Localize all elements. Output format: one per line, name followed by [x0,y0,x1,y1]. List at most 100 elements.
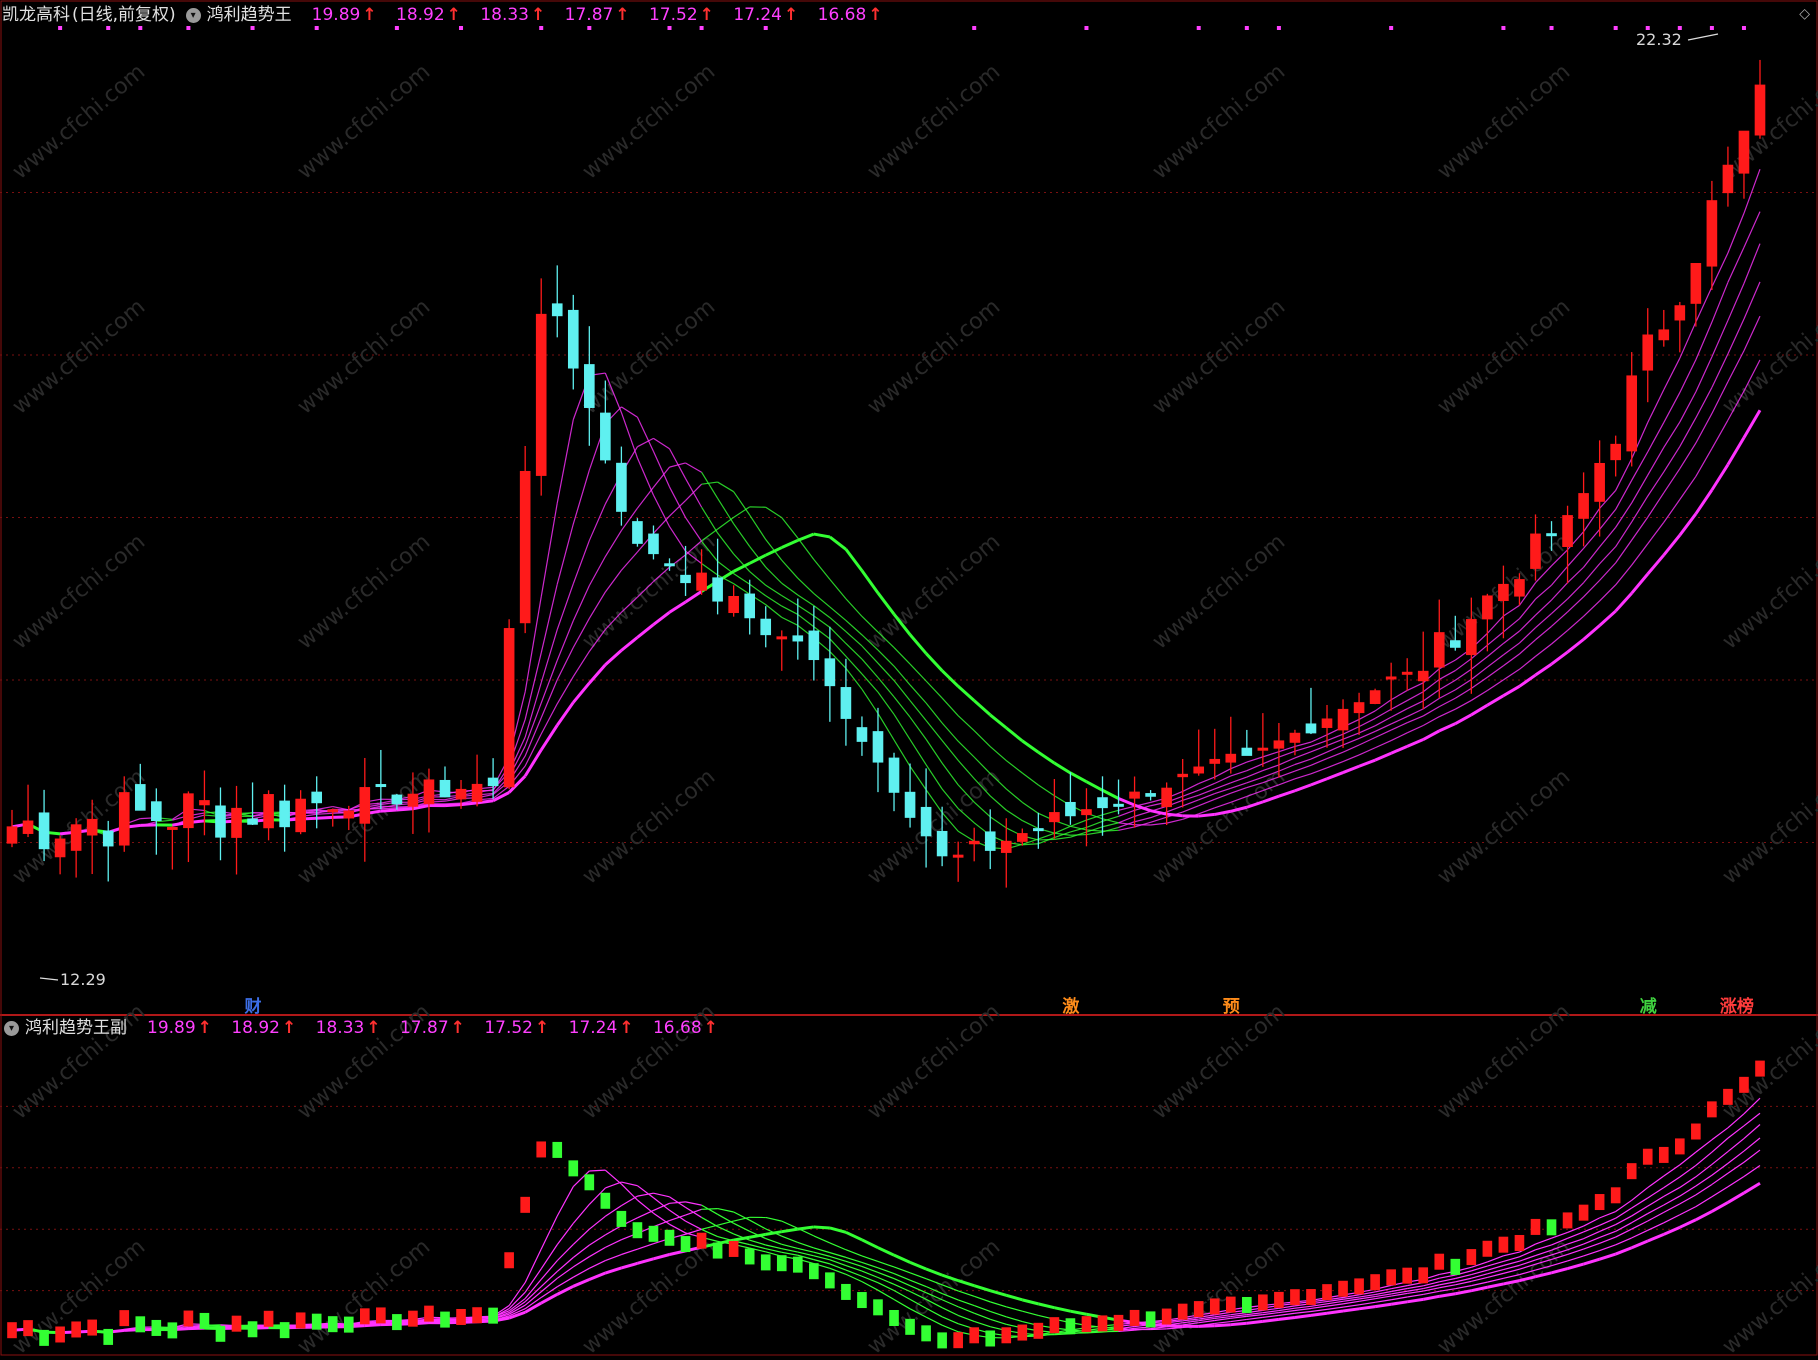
ribbon-segment [1215,769,1231,777]
sub-ribbon-segment [1712,1163,1728,1175]
ribbon-segment [1231,783,1247,788]
sub-ribbon-segment [1487,1278,1503,1282]
ribbon-segment [1712,282,1728,322]
sub-ribbon-segment [1568,1244,1584,1250]
sub-value-7: 16.68 [653,1018,702,1038]
ribbon-segment [910,635,926,654]
ribbon-segment [910,664,926,681]
up-arrow-icon: ↑ [619,1018,633,1038]
sub-indicator-toggle-icon[interactable]: ▾ [4,1021,19,1036]
ribbon-segment [926,739,942,763]
candle-body [681,575,691,582]
sub-ribbon-segment [573,1268,589,1277]
ribbon-segment [381,806,397,807]
sub-block [937,1332,947,1348]
signal-marker-0[interactable]: 财 [243,992,264,1017]
sub-ribbon-segment [1423,1296,1439,1299]
signal-marker-3[interactable]: 减 [1638,992,1659,1017]
candle-body [1450,641,1460,648]
candle-body [1162,788,1172,806]
ribbon-segment [1391,709,1407,717]
sub-ribbon-segment [637,1210,653,1217]
ribbon-segment [878,692,894,714]
sub-ribbon-segment [782,1229,798,1232]
signal-dot [1197,26,1201,30]
ribbon-segment [1648,555,1664,574]
sub-ribbon-segment [750,1220,766,1229]
up-arrow-icon: ↑ [868,5,882,25]
sub-ribbon-segment [1600,1231,1616,1237]
signal-marker-1[interactable]: 激 [1060,992,1081,1017]
signal-marker-2[interactable]: 预 [1221,992,1242,1017]
indicator-name[interactable]: 鸿利趋势王 [207,2,292,28]
ribbon-segment [1407,701,1423,709]
candle-body [216,806,226,837]
signal-marker-4[interactable]: 涨榜 [1718,992,1756,1017]
candle-body [633,522,643,544]
signal-dot [1245,26,1249,30]
ribbon-segment [1584,601,1600,616]
sub-ribbon-segment [1006,1307,1022,1311]
sub-ribbon-segment [990,1311,1006,1316]
ribbon-segment [942,698,958,716]
sub-indicator-name[interactable]: 鸿利趋势王副 [25,1015,127,1041]
ribbon-segment [1728,438,1744,465]
ribbon-segment [557,647,573,679]
main-value-1: 19.89 [312,5,361,25]
sub-ribbon-segment [1744,1150,1760,1162]
candle-body [1707,201,1717,266]
sub-ribbon-segment [910,1273,926,1279]
sub-ribbon-segment [1279,1317,1295,1319]
sub-block [1675,1138,1685,1154]
sub-ribbon-segment [589,1235,605,1245]
sub-ribbon-segment [1696,1175,1712,1186]
ribbon-segment [1600,563,1616,581]
ribbon-segment [541,630,557,683]
ribbon-segment [1552,652,1568,664]
panel-maximize-icon[interactable]: ◇ [1799,6,1810,22]
sub-ribbon-segment [1664,1165,1680,1176]
ribbon-segment [974,701,990,715]
sub-ribbon-segment [942,1317,958,1324]
candle-body [1739,131,1749,173]
chart-svg[interactable]: www.cfchi.comwww.cfchi.comwww.cfchi.comw… [0,0,1818,1356]
sub-block [87,1320,97,1336]
ribbon-segment [990,747,1006,761]
indicator-toggle-icon[interactable]: ▾ [186,8,201,23]
ribbon-segment [1295,759,1311,764]
sub-ribbon-segment [1343,1305,1359,1307]
ribbon-segment [1343,766,1359,772]
ribbon-segment [1391,723,1407,730]
ribbon-segment [862,689,878,713]
candle-body [552,304,562,316]
sub-ribbon-segment [605,1182,621,1188]
sub-ribbon-segment [1199,1326,1215,1327]
sub-ribbon-segment [974,1313,990,1319]
ribbon-segment [862,659,878,677]
ribbon-segment [1119,806,1135,810]
ribbon-segment [1407,692,1423,701]
ribbon-segment [1006,789,1022,802]
sub-block [1627,1163,1637,1179]
sub-block [1001,1327,1011,1343]
ribbon-segment [1455,680,1471,690]
ribbon-segment [910,766,926,789]
sub-ribbon-segment [1568,1239,1584,1244]
ribbon-segment [1343,755,1359,762]
sub-block [376,1307,386,1323]
sub-ribbon-segment [1471,1287,1487,1290]
sub-block [633,1222,643,1238]
low-arrow-icon [40,978,58,980]
ribbon-segment [1487,680,1503,691]
ribbon-segment [1455,688,1471,698]
candle-body [536,314,546,475]
ribbon-segment [718,482,734,492]
ribbon-segment [1391,717,1407,724]
ribbon-segment [1632,574,1648,593]
watermark-text: www.cfchi.com [1148,294,1290,419]
ribbon-segment [1215,788,1231,793]
sub-ribbon-segment [1455,1291,1471,1294]
ribbon-segment [1279,751,1295,757]
sub-ribbon-segment [1648,1188,1664,1198]
ribbon-segment [1584,529,1600,548]
